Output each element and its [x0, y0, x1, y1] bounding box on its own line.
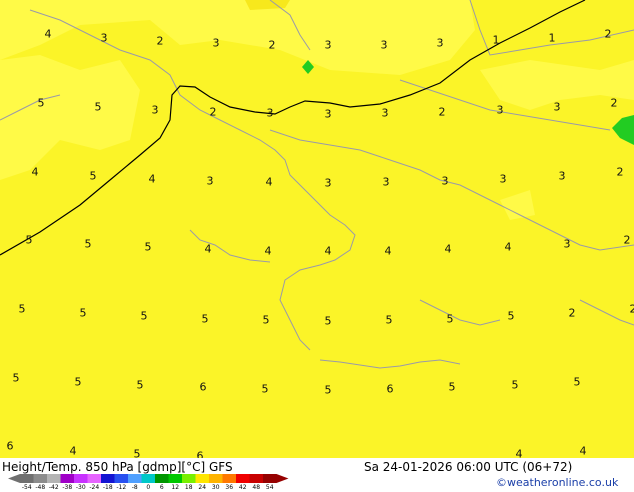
temperature-value-label: 3 — [325, 40, 332, 51]
temperature-value-label: 3 — [213, 38, 220, 49]
temperature-value-label: 5 — [512, 380, 519, 391]
temperature-value-label: 5 — [38, 98, 45, 109]
temperature-value-label: 3 — [207, 176, 214, 187]
temperature-value-label: 3 — [325, 178, 332, 189]
temperature-value-label: 3 — [497, 105, 504, 116]
weather-map: 4 3 2 3 2 3 3 3 1 1 2 5 5 3 2 3 3 3 2 3 3 2 4 5 4 3 4 3 3 3 3 3 2 5 5 5 4 4 4 4… — [0, 0, 634, 458]
temperature-value-label: 5 — [508, 311, 515, 322]
temperature-value-label: 1 — [549, 33, 556, 44]
scale-swatch — [209, 474, 223, 483]
valid-time: Sa 24-01-2026 06:00 UTC (06+72) — [364, 460, 572, 474]
temperature-value-label: 3 — [267, 108, 274, 119]
temperature-value-label: 4 — [445, 244, 452, 255]
temperature-value-label: 2 — [210, 107, 217, 118]
temperature-value-label: 5 — [13, 373, 20, 384]
scale-swatch — [47, 474, 61, 483]
scale-swatch — [115, 474, 129, 483]
scale-swatch — [88, 474, 102, 483]
scale-arrow-left — [8, 474, 20, 483]
temperature-value-label: 5 — [137, 380, 144, 391]
temperature-value-label: 4 — [385, 246, 392, 257]
temperature-value-label: 4 — [70, 446, 77, 457]
temperature-value-label: 2 — [605, 29, 612, 40]
scale-swatch — [20, 474, 34, 483]
temperature-value-label: 4 — [32, 167, 39, 178]
temperature-value-label: 2 — [611, 98, 618, 109]
temperature-value-label: 4 — [516, 449, 523, 459]
temperature-value-label: 4 — [265, 246, 272, 257]
temperature-value-label: 2 — [439, 107, 446, 118]
map-title: Height/Temp. 850 hPa [gdmp][°C] GFS — [2, 460, 233, 474]
temperature-value-label: 5 — [262, 384, 269, 395]
scale-swatch — [128, 474, 142, 483]
credit-link[interactable]: ©weatheronline.co.uk — [496, 476, 618, 489]
temperature-value-label: 5 — [325, 385, 332, 396]
temperature-value-label: 2 — [569, 308, 576, 319]
temperature-value-label: 3 — [564, 239, 571, 250]
temperature-value-label: 5 — [447, 314, 454, 325]
temperature-value-label: 5 — [19, 304, 26, 315]
scale-swatch — [101, 474, 115, 483]
scale-swatch — [142, 474, 156, 483]
temperature-value-label: 5 — [75, 377, 82, 388]
temperature-value-label: 3 — [382, 108, 389, 119]
scale-swatch — [250, 474, 264, 483]
temperature-value-label: 3 — [500, 174, 507, 185]
temperature-value-label: 6 — [200, 382, 207, 393]
map-canvas — [0, 0, 634, 458]
temperature-value-label: 5 — [26, 235, 33, 246]
temperature-value-label: 2 — [157, 36, 164, 47]
temperature-value-label: 2 — [617, 167, 624, 178]
temperature-value-label: 3 — [381, 40, 388, 51]
temperature-value-label: 5 — [80, 308, 87, 319]
temperature-value-label: 4 — [205, 244, 212, 255]
temperature-value-label: 4 — [45, 29, 52, 40]
temperature-value-label: 3 — [101, 33, 108, 44]
temperature-value-label: 5 — [95, 102, 102, 113]
color-scale-labels: -54-48-42-38-30-24-18-12-806121824303642… — [0, 484, 300, 492]
temperature-value-label: 4 — [325, 246, 332, 257]
temperature-value-label: 5 — [574, 377, 581, 388]
scale-swatch — [74, 474, 88, 483]
map-footer: Height/Temp. 850 hPa [gdmp][°C] GFS Sa 2… — [0, 458, 634, 490]
temperature-value-label: 4 — [266, 177, 273, 188]
temperature-value-label: 1 — [493, 35, 500, 46]
temperature-value-label: 5 — [141, 311, 148, 322]
temperature-value-label: 5 — [85, 239, 92, 250]
temperature-value-label: 5 — [134, 449, 141, 459]
scale-arrow-right — [277, 474, 289, 483]
temperature-value-label: 5 — [449, 382, 456, 393]
temperature-value-label: 4 — [505, 242, 512, 253]
temperature-value-label: 5 — [202, 314, 209, 325]
temperature-value-label: 5 — [263, 315, 270, 326]
temperature-value-label: 2 — [624, 235, 631, 246]
temperature-value-label: 6 — [7, 441, 14, 452]
temperature-value-label: 3 — [383, 177, 390, 188]
temperature-value-label: 3 — [442, 176, 449, 187]
scale-swatch — [236, 474, 250, 483]
temperature-value-label: 5 — [325, 316, 332, 327]
scale-swatch — [223, 474, 237, 483]
scale-swatch — [196, 474, 210, 483]
scale-swatch — [61, 474, 75, 483]
temperature-value-label: 6 — [197, 451, 204, 459]
temperature-value-label: 2 — [269, 40, 276, 51]
scale-swatch — [169, 474, 183, 483]
temperature-value-label: 3 — [437, 38, 444, 49]
temperature-value-label: 4 — [149, 174, 156, 185]
temperature-value-label: 3 — [152, 105, 159, 116]
temperature-value-label: 5 — [386, 315, 393, 326]
temperature-value-label: 3 — [325, 109, 332, 120]
scale-swatch — [155, 474, 169, 483]
scale-swatch — [182, 474, 196, 483]
temperature-value-label: 5 — [145, 242, 152, 253]
temperature-value-label: 3 — [554, 102, 561, 113]
temperature-value-label: 2 — [630, 304, 634, 315]
scale-swatch — [263, 474, 277, 483]
temperature-value-label: 6 — [387, 384, 394, 395]
temperature-value-label: 5 — [90, 171, 97, 182]
temperature-value-label: 4 — [580, 446, 587, 457]
scale-swatch — [34, 474, 48, 483]
temperature-value-label: 3 — [559, 171, 566, 182]
